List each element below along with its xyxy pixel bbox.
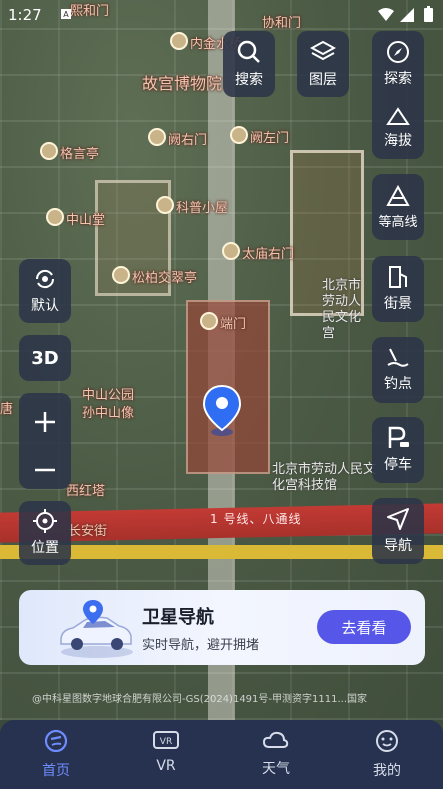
place-label[interactable]: 孙中山像	[82, 402, 134, 421]
promo-title: 卫星导航	[142, 607, 214, 628]
search-icon	[237, 40, 260, 63]
home-planet-icon	[44, 729, 68, 753]
place-label[interactable]: 太庙右门	[222, 242, 294, 262]
weather-cloud-icon	[262, 731, 289, 748]
place-label[interactable]: 格言亭	[40, 142, 99, 162]
search-button[interactable]: 搜索	[223, 31, 275, 97]
promo-action-button[interactable]: 去看看	[317, 610, 411, 644]
place-label[interactable]: 阙左门	[230, 126, 289, 146]
status-time: 1:27	[8, 6, 42, 24]
contour-button[interactable]: 等高线	[372, 174, 424, 240]
contour-icon	[386, 184, 410, 206]
place-label[interactable]: 西红塔	[66, 480, 105, 499]
building-icon	[389, 266, 407, 288]
place-label[interactable]: 北京市劳动人民文化宫科技馆	[272, 462, 382, 494]
3d-toggle-button[interactable]: 3D	[19, 335, 71, 381]
battery-icon	[424, 6, 433, 22]
place-label[interactable]: 科普小屋	[156, 196, 228, 216]
car-illustration-icon	[60, 600, 133, 658]
place-label[interactable]: 中山堂	[46, 208, 105, 228]
place-label[interactable]: 长安街	[68, 520, 107, 539]
promo-subtitle: 实时导航，避开拥堵	[142, 638, 260, 653]
profile-face-icon	[376, 730, 398, 752]
status-bar: 1:27 A	[0, 0, 443, 30]
svg-text:A: A	[63, 10, 69, 19]
navigation-arrow-icon	[387, 508, 409, 530]
fishing-button[interactable]: 钓点	[372, 337, 424, 403]
default-view-button[interactable]: 默认	[19, 259, 71, 323]
place-label-museum[interactable]: 故宫博物院	[142, 70, 222, 94]
nav-weather[interactable]: 天气	[232, 728, 320, 778]
altitude-button[interactable]: 海拔	[384, 106, 412, 150]
notification-icon: A	[61, 9, 71, 19]
explore-altitude-group: 探索 海拔	[372, 31, 424, 159]
subway-line-label: 1 号线、八通线	[210, 512, 302, 526]
rotate-icon	[35, 269, 55, 289]
location-marker-icon[interactable]	[202, 384, 242, 438]
compass-icon	[387, 41, 409, 63]
explore-button[interactable]: 探索	[384, 40, 412, 88]
place-label[interactable]: 端门	[200, 312, 246, 332]
navigate-button[interactable]: 导航	[372, 498, 424, 564]
vr-icon: VR	[153, 731, 179, 749]
streetview-button[interactable]: 街景	[372, 256, 424, 322]
layers-icon	[310, 40, 336, 61]
parking-button[interactable]: 停车	[372, 417, 424, 483]
parking-icon	[388, 426, 409, 448]
nav-vr[interactable]: VR VR	[122, 728, 210, 774]
signal-icon	[400, 8, 414, 22]
place-label[interactable]: 北京市劳动人民文化宫	[322, 278, 372, 342]
place-label[interactable]: 中山公园	[82, 384, 134, 403]
nav-home[interactable]: 首页	[12, 728, 100, 780]
my-location-button[interactable]: 位置	[19, 501, 71, 565]
zoom-controls	[19, 393, 71, 489]
mountain-icon	[386, 107, 410, 125]
nav-mine[interactable]: 我的	[343, 728, 431, 780]
map-credit: @中科星图数字地球合肥有限公司-GS(2024)1491号-甲测资字1111..…	[32, 694, 367, 705]
place-label[interactable]: 唐	[0, 398, 13, 417]
svg-text:VR: VR	[160, 737, 172, 747]
satellite-nav-promo-card[interactable]: 卫星导航 实时导航，避开拥堵 去看看	[19, 590, 425, 665]
place-label[interactable]: 阙右门	[148, 128, 207, 148]
zoom-in-icon[interactable]	[33, 410, 57, 434]
fishing-icon	[387, 348, 409, 367]
wifi-icon	[378, 8, 394, 21]
bottom-nav: 首页 VR VR 天气 我的	[0, 720, 443, 789]
crosshair-icon	[33, 509, 57, 533]
zoom-out-icon[interactable]	[33, 467, 57, 473]
place-label[interactable]: 松柏交翠亭	[112, 266, 197, 286]
layers-button[interactable]: 图层	[297, 31, 349, 97]
